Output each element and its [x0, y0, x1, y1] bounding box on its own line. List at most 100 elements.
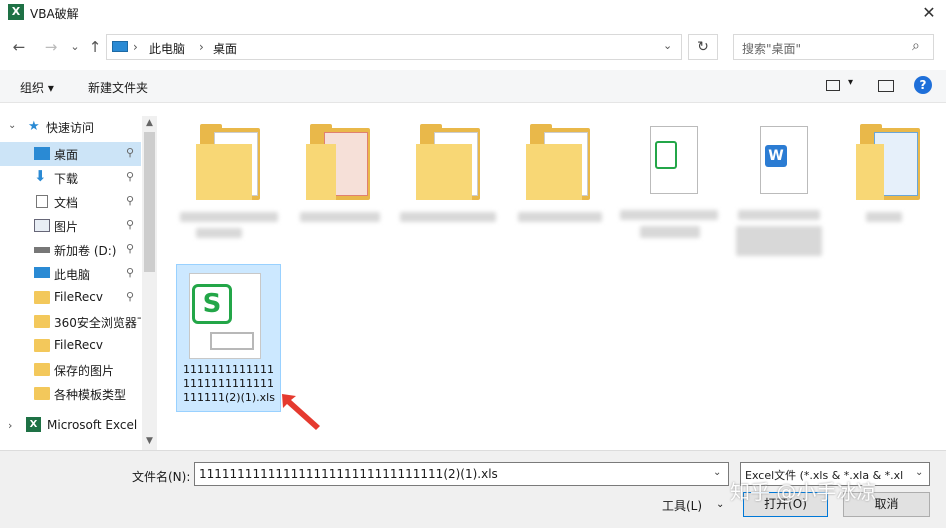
chevron-down-icon[interactable]: ⌄ [663, 39, 672, 52]
sidebar-item-label: 下载 [54, 172, 79, 186]
preview-pane-icon[interactable] [878, 80, 894, 92]
breadcrumb-desktop[interactable]: 桌面 [213, 40, 237, 57]
scroll-up-icon[interactable]: ▲ [142, 116, 157, 130]
folder-item[interactable] [516, 120, 602, 240]
folder-icon [34, 339, 50, 352]
folder-icon [34, 387, 50, 400]
file-name-label: 11111111111111111111111111111111(2)(1).x… [183, 363, 275, 404]
sidebar-item-360-browser[interactable]: 360安全浏览器下 [0, 310, 141, 334]
sidebar-item-label: 各种模板类型 [54, 388, 127, 402]
xls-file-icon: S [189, 273, 261, 359]
sidebar-item-filerecv[interactable]: FileRecv ⚲ [0, 286, 141, 310]
spreadsheet-s-icon: S [192, 284, 232, 324]
sidebar-item-label: FileRecv [54, 338, 103, 352]
watermark-text: 知乎 @小手冰凉 [730, 480, 877, 504]
download-icon: ⬇ [34, 167, 47, 185]
spreadsheet-file-item[interactable] [620, 120, 718, 240]
scroll-thumb[interactable] [144, 132, 155, 272]
excel-icon: X [26, 417, 41, 432]
navigation-pane: ⌄ ★ 快速访问 桌面 ⚲ ⬇ 下载 ⚲ 文档 ⚲ 图片 ⚲ 新加卷 (D:) … [0, 112, 157, 450]
sidebar-item-desktop[interactable]: 桌面 ⚲ [0, 142, 141, 166]
folder-item[interactable] [180, 120, 278, 240]
pin-icon: ⚲ [126, 170, 135, 183]
desktop-icon [34, 147, 50, 160]
new-folder-button[interactable]: 新建文件夹 [88, 79, 148, 96]
red-arrow-annotation [282, 394, 320, 430]
folder-item[interactable] [400, 120, 496, 240]
selected-xls-file[interactable]: S 11111111111111111111111111111111(2)(1)… [176, 264, 281, 412]
sidebar-item-label: FileRecv [54, 290, 103, 304]
sidebar-item-filerecv-2[interactable]: FileRecv [0, 334, 141, 358]
pin-icon: ⚲ [126, 194, 135, 207]
chevron-right-icon[interactable]: › [199, 40, 204, 54]
folder-item[interactable] [296, 120, 380, 240]
sidebar-item-label: 新加卷 (D:) [54, 244, 117, 258]
spreadsheet-icon [650, 126, 698, 194]
pin-icon: ⚲ [126, 266, 135, 279]
sidebar-item-label: 图片 [54, 220, 79, 234]
folder-icon [34, 315, 50, 328]
folder-icon [34, 363, 50, 376]
filename-input[interactable]: 11111111111111111111111111111111(2)(1).x… [194, 462, 729, 486]
document-icon [36, 195, 48, 208]
chevron-down-icon[interactable]: ⌄ [716, 499, 724, 510]
table-grid-icon [210, 332, 254, 350]
forward-button[interactable]: → [40, 36, 62, 58]
recent-locations-dropdown[interactable]: ⌄ [64, 36, 86, 58]
search-placeholder: 搜索"桌面" [742, 42, 802, 56]
sidebar-item-saved-pictures[interactable]: 保存的图片 [0, 358, 141, 382]
organize-menu[interactable]: 组织 ▾ [20, 79, 54, 96]
pc-icon [34, 267, 50, 278]
chevron-right-icon: › [133, 40, 138, 54]
pin-icon: ⚲ [126, 242, 135, 255]
sidebar-item-label: 文档 [54, 196, 79, 210]
sidebar-item-label: 保存的图片 [54, 364, 115, 378]
excel-app-icon: X [8, 4, 24, 20]
pc-icon [112, 41, 128, 52]
sidebar-item-documents[interactable]: 文档 ⚲ [0, 190, 141, 214]
refresh-button[interactable]: ↻ [688, 34, 718, 60]
pin-icon: ⚲ [126, 290, 135, 303]
help-icon[interactable]: ? [914, 76, 932, 94]
chevron-down-icon[interactable]: ▾ [848, 77, 853, 88]
breadcrumb-this-pc[interactable]: 此电脑 [149, 40, 185, 57]
sidebar-item-drive-d[interactable]: 新加卷 (D:) ⚲ [0, 238, 141, 262]
filename-value: 11111111111111111111111111111111(2)(1).x… [199, 467, 498, 481]
filename-label: 文件名(N): [132, 470, 191, 484]
star-icon: ★ [28, 119, 40, 134]
close-button[interactable]: ✕ [912, 0, 946, 26]
folder-icon [34, 291, 50, 304]
sidebar-item-this-pc[interactable]: 此电脑 ⚲ [0, 262, 141, 286]
pin-icon: ⚲ [126, 218, 135, 231]
chevron-down-icon[interactable]: ⌄ [713, 467, 721, 478]
word-document-icon: W [760, 126, 808, 194]
chevron-down-icon[interactable]: ⌄ [8, 120, 16, 131]
drive-icon [34, 247, 50, 253]
search-input[interactable]: 搜索"桌面" ⌕ [733, 34, 934, 60]
sidebar-item-templates[interactable]: 各种模板类型 [0, 382, 141, 406]
scroll-down-icon[interactable]: ▼ [142, 434, 157, 448]
sidebar-item-label: 此电脑 [54, 268, 91, 282]
command-bar: 组织 ▾ 新建文件夹 ▾ ? [0, 70, 946, 103]
picture-icon [34, 219, 50, 232]
sidebar-item-microsoft-excel[interactable]: Microsoft Excel [47, 418, 137, 432]
title-bar: X VBA破解 ✕ [0, 0, 946, 26]
tools-menu[interactable]: 工具(L) [662, 497, 702, 514]
pin-icon: ⚲ [126, 146, 135, 159]
search-icon: ⌕ [912, 38, 920, 54]
folder-item[interactable] [846, 120, 930, 240]
word-file-item[interactable]: W [736, 120, 822, 256]
view-options-icon[interactable] [826, 80, 840, 91]
chevron-down-icon[interactable]: ⌄ [915, 467, 923, 478]
sidebar-item-pictures[interactable]: 图片 ⚲ [0, 214, 141, 238]
up-button[interactable]: ↑ [84, 36, 106, 58]
sidebar-scrollbar[interactable]: ▲ ▼ [142, 116, 157, 450]
sidebar-item-label: 桌面 [54, 148, 79, 162]
address-bar[interactable]: › 此电脑 › 桌面 ⌄ [106, 34, 682, 60]
chevron-right-icon[interactable]: › [8, 419, 12, 432]
quick-access-label[interactable]: 快速访问 [46, 119, 94, 136]
window-title: VBA破解 [30, 7, 79, 21]
sidebar-item-downloads[interactable]: ⬇ 下载 ⚲ [0, 166, 141, 190]
back-button[interactable]: ← [8, 36, 30, 58]
sidebar-item-label: 360安全浏览器下 [54, 316, 141, 330]
